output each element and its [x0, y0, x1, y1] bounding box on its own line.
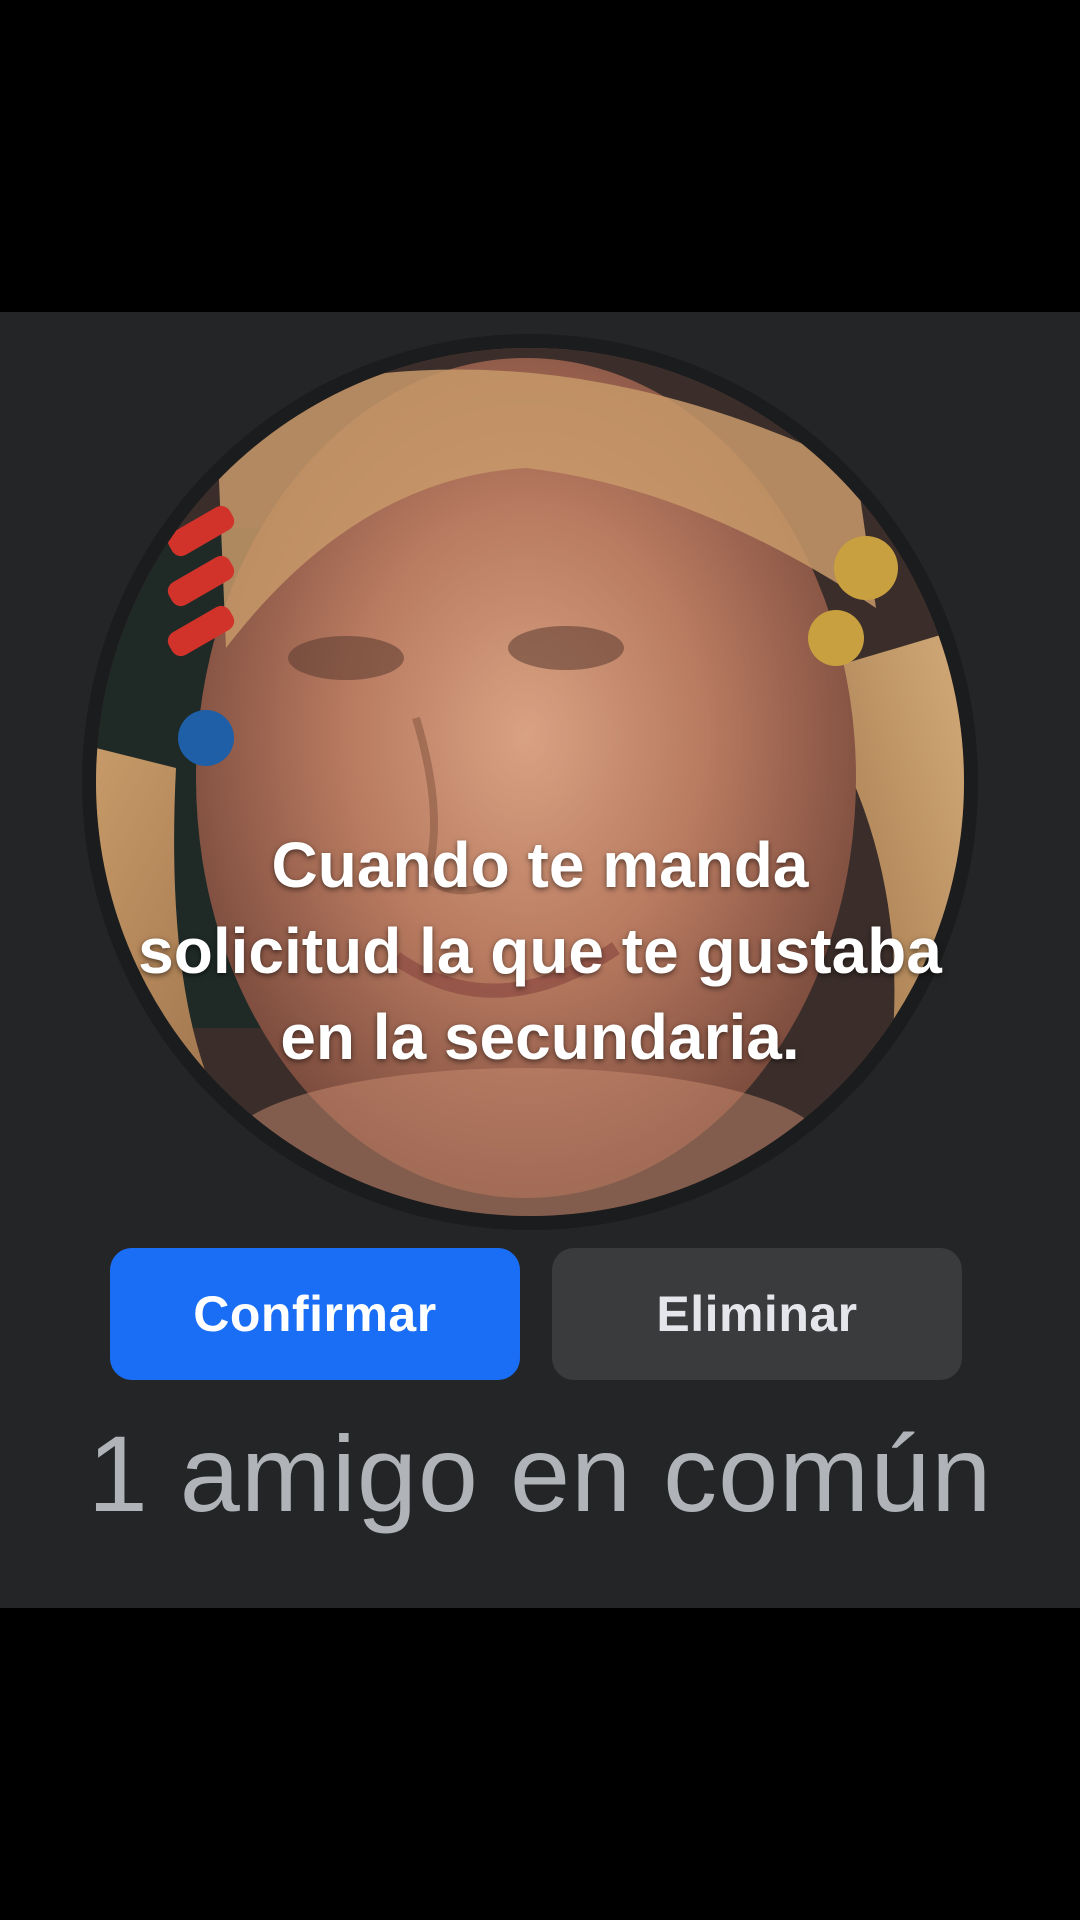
friend-request-card: Cuando te manda solicitud la que te gust…	[0, 312, 1080, 1608]
confirm-button-label: Confirmar	[193, 1286, 437, 1342]
caption-line-1: Cuando te manda	[271, 829, 809, 901]
video-frame: Cuando te manda solicitud la que te gust…	[0, 0, 1080, 1920]
profile-picture[interactable]	[96, 348, 964, 1216]
caption-line-3: en la secundaria.	[280, 1001, 800, 1073]
meme-caption: Cuando te manda solicitud la que te gust…	[0, 822, 1080, 1080]
delete-button[interactable]: Eliminar	[552, 1248, 962, 1380]
profile-picture-ring	[82, 334, 978, 1230]
mutual-friends-count[interactable]: 1 amigo en común	[0, 1404, 1080, 1544]
confirm-button[interactable]: Confirmar	[110, 1248, 520, 1380]
caption-line-2: solicitud la que te gustaba	[138, 915, 942, 987]
delete-button-label: Eliminar	[656, 1286, 858, 1342]
